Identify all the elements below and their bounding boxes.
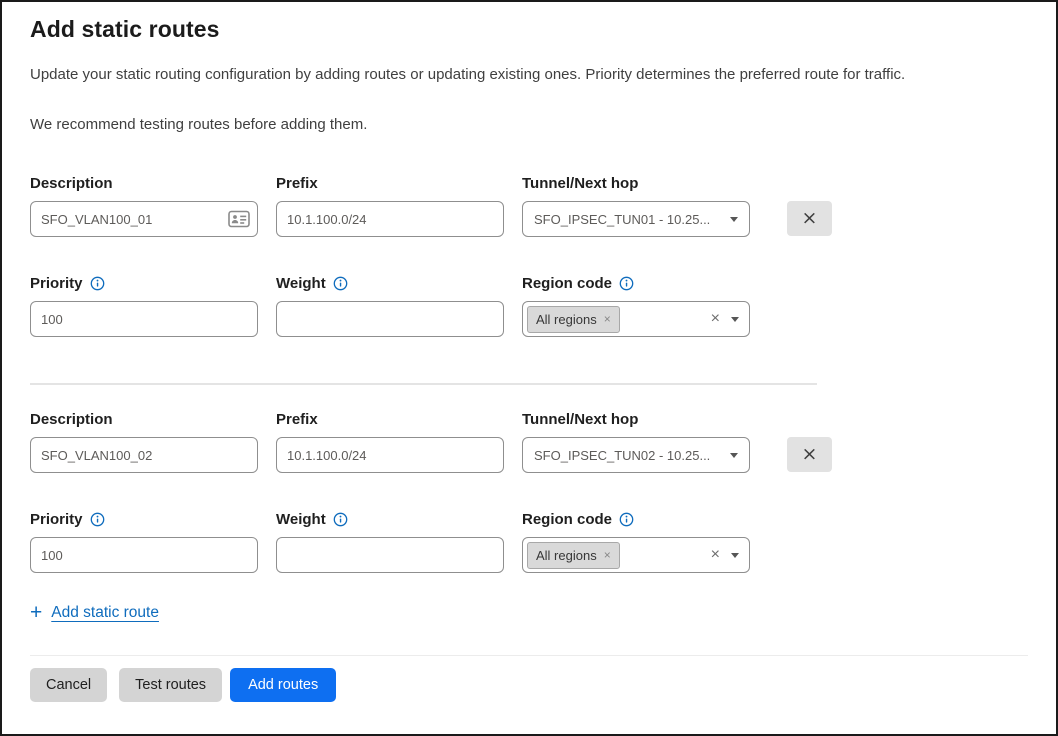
weight-field-group: Weight	[276, 273, 504, 337]
contact-card-icon[interactable]	[228, 210, 250, 228]
region-tag-label: All regions	[536, 548, 597, 563]
info-icon[interactable]	[619, 276, 634, 291]
test-routes-button[interactable]: Test routes	[119, 668, 222, 702]
prefix-input[interactable]	[276, 201, 504, 237]
chevron-down-icon	[731, 553, 739, 558]
weight-label: Weight	[276, 511, 326, 528]
footer-divider	[30, 655, 1028, 656]
region-code-field-group: Region code All regions × ×	[522, 509, 750, 573]
remove-route-button[interactable]: ×	[787, 437, 832, 472]
route-block-1: Description	[30, 173, 1028, 337]
tunnel-select[interactable]: SFO_IPSEC_TUN02 - 10.25...	[522, 437, 750, 473]
info-icon[interactable]	[90, 512, 105, 527]
add-static-routes-dialog: Add static routes Update your static rou…	[0, 0, 1058, 736]
priority-input[interactable]	[30, 537, 258, 573]
description-label: Description	[30, 175, 113, 192]
route-divider	[30, 383, 817, 385]
weight-label: Weight	[276, 275, 326, 292]
remove-tag-icon[interactable]: ×	[604, 313, 611, 325]
priority-field-group: Priority	[30, 509, 258, 573]
footer-button-bar: Cancel Test routes Add routes	[30, 668, 1028, 702]
region-code-label: Region code	[522, 275, 612, 292]
weight-field-group: Weight	[276, 509, 504, 573]
chevron-down-icon	[730, 453, 738, 458]
clear-selection-icon[interactable]: ×	[711, 547, 723, 563]
region-code-multiselect[interactable]: All regions × ×	[522, 537, 750, 573]
tunnel-field-group: Tunnel/Next hop SFO_IPSEC_TUN02 - 10.25.…	[522, 409, 750, 473]
chevron-down-icon	[730, 217, 738, 222]
priority-label: Priority	[30, 511, 83, 528]
prefix-field-group: Prefix	[276, 409, 504, 473]
info-icon[interactable]	[333, 276, 348, 291]
plus-icon: +	[30, 603, 42, 623]
priority-input[interactable]	[30, 301, 258, 337]
page-title: Add static routes	[30, 16, 1028, 43]
clear-selection-icon[interactable]: ×	[711, 311, 723, 327]
prefix-label: Prefix	[276, 411, 318, 428]
region-tag-chip: All regions ×	[527, 306, 620, 333]
region-code-multiselect[interactable]: All regions × ×	[522, 301, 750, 337]
prefix-field-group: Prefix	[276, 173, 504, 237]
info-icon[interactable]	[619, 512, 634, 527]
remove-tag-icon[interactable]: ×	[604, 549, 611, 561]
region-code-label: Region code	[522, 511, 612, 528]
tunnel-selected-value: SFO_IPSEC_TUN02 - 10.25...	[534, 448, 722, 463]
tunnel-label: Tunnel/Next hop	[522, 175, 638, 192]
route-block-2: Description Prefix Tunnel/Next hop SFO_I…	[30, 409, 1028, 573]
tunnel-selected-value: SFO_IPSEC_TUN01 - 10.25...	[534, 212, 722, 227]
region-tag-label: All regions	[536, 312, 597, 327]
priority-label: Priority	[30, 275, 83, 292]
page-description: Update your static routing configuration…	[30, 65, 1028, 85]
add-routes-button[interactable]: Add routes	[230, 668, 336, 702]
page-recommendation: We recommend testing routes before addin…	[30, 115, 1028, 135]
description-field-group: Description	[30, 173, 258, 237]
description-field-group: Description	[30, 409, 258, 473]
tunnel-label: Tunnel/Next hop	[522, 411, 638, 428]
weight-input[interactable]	[276, 537, 504, 573]
tunnel-field-group: Tunnel/Next hop SFO_IPSEC_TUN01 - 10.25.…	[522, 173, 750, 237]
cancel-button[interactable]: Cancel	[30, 668, 107, 702]
prefix-label: Prefix	[276, 175, 318, 192]
add-static-route-link[interactable]: + Add static route	[30, 603, 159, 623]
region-tag-chip: All regions ×	[527, 542, 620, 569]
info-icon[interactable]	[90, 276, 105, 291]
weight-input[interactable]	[276, 301, 504, 337]
region-code-field-group: Region code All regions × ×	[522, 273, 750, 337]
priority-field-group: Priority	[30, 273, 258, 337]
add-static-route-link-label[interactable]: Add static route	[51, 604, 159, 622]
prefix-input[interactable]	[276, 437, 504, 473]
description-input[interactable]	[30, 201, 258, 237]
description-input[interactable]	[30, 437, 258, 473]
info-icon[interactable]	[333, 512, 348, 527]
remove-route-button[interactable]: ×	[787, 201, 832, 236]
chevron-down-icon	[731, 317, 739, 322]
description-label: Description	[30, 411, 113, 428]
tunnel-select[interactable]: SFO_IPSEC_TUN01 - 10.25...	[522, 201, 750, 237]
